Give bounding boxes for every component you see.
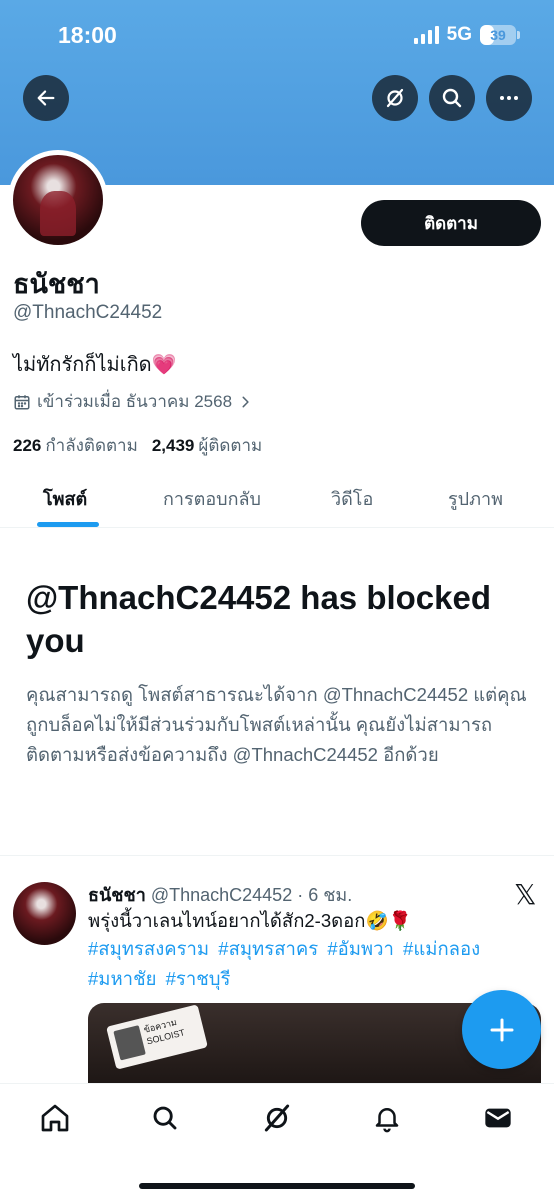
compose-post-button[interactable] [462,990,541,1069]
messages-icon [485,1108,511,1128]
hashtag-link[interactable]: #แม่กลอง [403,938,480,959]
profile-bio: ไม่ทักรักก็ไม่เกิด💗 [13,354,177,376]
hashtag-link[interactable]: #มหาชัย [88,968,156,989]
post-hashtags: #สมุทรสงคราม #สมุทรสาคร #อัมพวา #แม่กลอง… [88,934,538,994]
network-type: 5G [446,24,472,45]
display-name: ธนัชชา [13,269,100,299]
media-sticker: ข้อความ SOLOIST [106,1004,208,1070]
hashtag-link[interactable]: #ราชบุรี [166,968,231,989]
more-horizontal-icon [500,96,518,100]
plus-icon [490,1018,513,1041]
nav-search[interactable] [145,1098,185,1138]
hashtag-link[interactable]: #อัมพวา [327,938,394,959]
profile-tabs: โพสต์ การตอบกลับ วิดีโอ รูปภาพ [0,470,554,528]
profile-avatar[interactable] [8,150,108,250]
tab-replies[interactable]: การตอบกลับ [163,484,261,513]
post-meta: @ThnachC24452 · 6 ชม. [145,885,353,905]
section-divider [0,855,554,856]
blocked-title: @ThnachC24452 has blocked you [26,579,492,659]
joined-date[interactable]: เข้าร่วมเมื่อ ธันวาคม 2568 [13,388,252,415]
arrow-left-icon [37,90,55,106]
active-tab-indicator [37,522,99,527]
following-label: กำลังติดตาม [45,436,138,455]
followers-count: 2,439 [151,436,195,455]
post-author-name[interactable]: ธนัชชา [88,885,146,905]
hashtag-link[interactable]: #สมุทรสาคร [218,938,318,959]
battery-icon: 39 [480,25,520,45]
tab-videos[interactable]: วิดีโอ [331,484,373,513]
grok-button[interactable] [372,75,418,121]
nav-grok[interactable] [257,1098,297,1138]
search-icon [442,88,462,108]
followers-label: ผู้ติดตาม [198,436,263,455]
search-button[interactable] [429,75,475,121]
home-icon [41,1104,69,1132]
nav-messages[interactable] [478,1098,518,1138]
tab-posts[interactable]: โพสต์ [43,484,87,513]
search-icon [153,1106,177,1130]
followers-link[interactable]: 2,439 ผู้ติดตาม [152,432,262,459]
status-indicators: 5G 39 [413,24,520,46]
post-avatar[interactable] [13,882,76,945]
follow-stats: 226 กำลังติดตาม 2,439 ผู้ติดตาม [13,432,262,459]
cellular-signal-icon [413,26,439,44]
status-time: 18:00 [58,22,117,48]
follow-button[interactable]: ติดตาม [361,200,541,246]
home-indicator [139,1183,415,1189]
joined-label: เข้าร่วมเมื่อ ธันวาคม 2568 [37,392,233,411]
tab-photos[interactable]: รูปภาพ [448,484,503,513]
following-link[interactable]: 226 กำลังติดตาม [13,432,138,459]
profile-handle: @ThnachC24452 [13,302,163,323]
nav-home[interactable] [35,1098,75,1138]
calendar-icon [14,394,30,409]
following-count: 226 [13,436,42,455]
grok-icon [386,88,404,108]
post-text: พรุ่งนี้วาเลนไทน์อยากได้สัก2-3ดอก🤣🌹 [88,910,412,931]
hashtag-link[interactable]: #สมุทรสงคราม [88,938,209,959]
grok-icon [264,1104,290,1132]
post-header: ธนัชชา @ThnachC24452 · 6 ชม. [88,880,352,909]
blocked-message: คุณสามารถดู โพสต์สาธารณะได้จาก @ThnachC2… [26,684,527,765]
more-button[interactable] [486,75,532,121]
battery-level: 39 [490,27,506,43]
back-button[interactable] [23,75,69,121]
notifications-icon [375,1108,399,1133]
nav-notifications[interactable] [367,1098,407,1138]
chevron-right-icon [242,396,249,407]
